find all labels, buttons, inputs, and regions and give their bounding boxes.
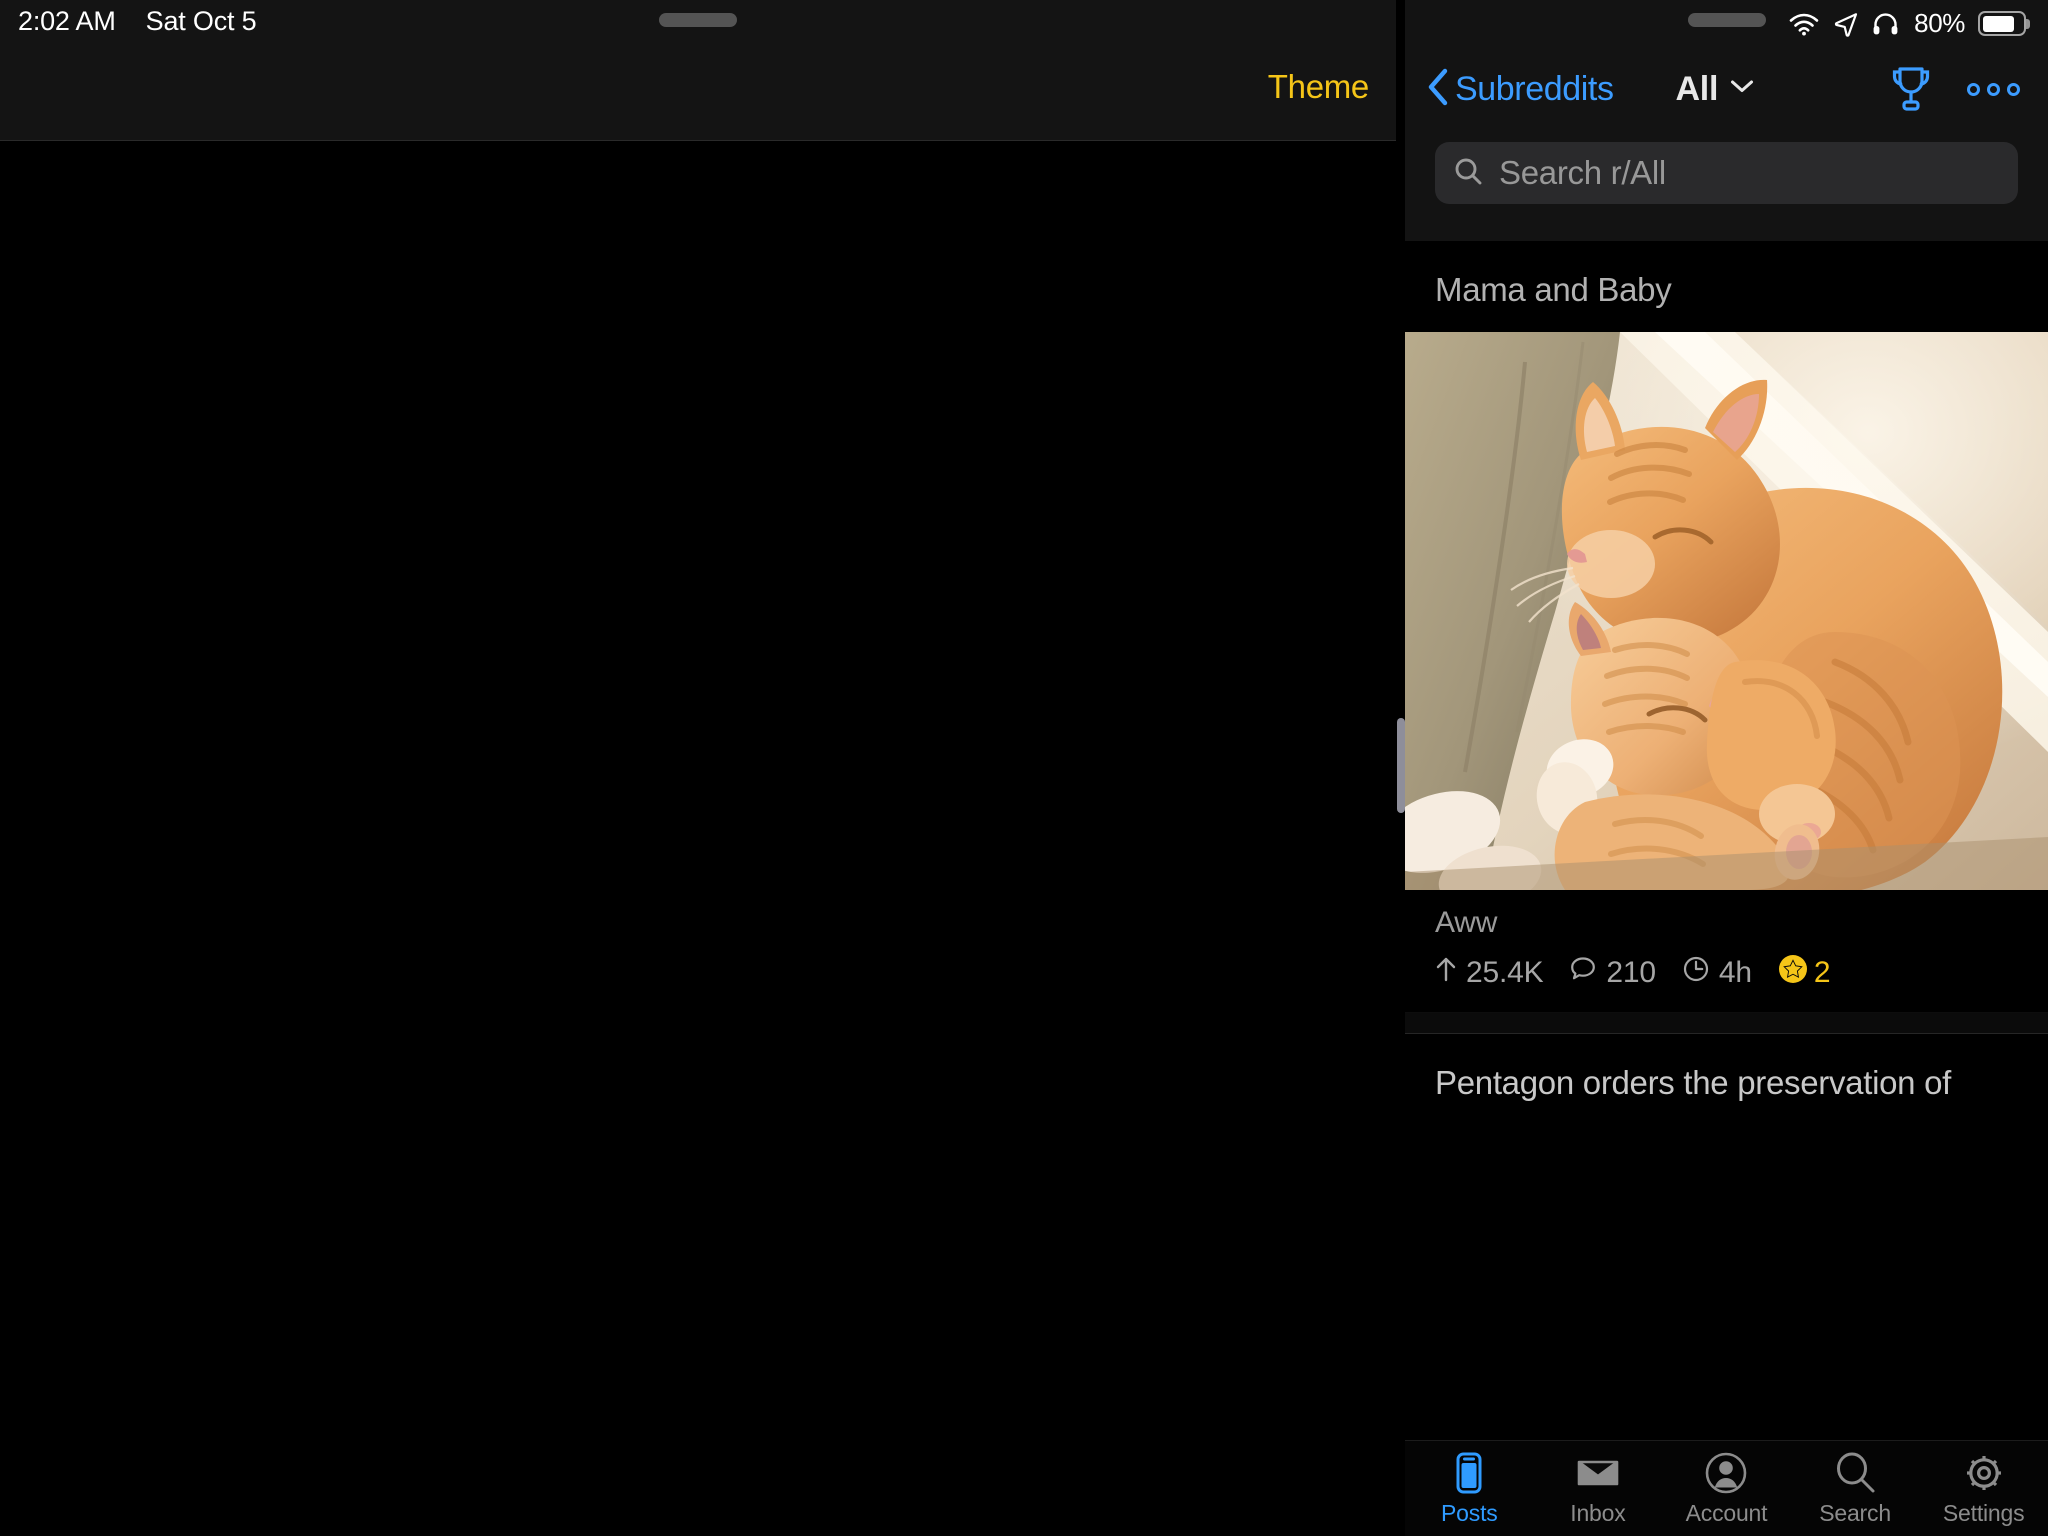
tab-settings[interactable]: Settings (1919, 1451, 2048, 1527)
search-icon (1833, 1451, 1877, 1495)
post-comments: 210 (1569, 955, 1656, 991)
post-item[interactable]: Mama and Baby Aww 25.4K 210 4h 2 (1405, 241, 2048, 1012)
tab-inbox-label: Inbox (1570, 1499, 1626, 1526)
right-pane-header: 80% Subreddits All Search r/All (1405, 0, 2048, 241)
tab-settings-label: Settings (1942, 1499, 2025, 1526)
tab-search-label: Search (1819, 1499, 1891, 1526)
post-title: Pentagon orders the preservation of (1435, 1064, 1952, 1102)
back-to-subreddits-button[interactable]: Subreddits (1427, 68, 1614, 111)
tab-posts-label: Posts (1441, 1499, 1498, 1526)
status-date: Sat Oct 5 (145, 6, 257, 36)
comment-bubble-icon (1569, 955, 1597, 991)
pane-divider (1396, 0, 1405, 1536)
battery-icon (1978, 11, 2030, 36)
post-age-value: 4h (1718, 956, 1752, 990)
search-input[interactable]: Search r/All (1435, 142, 2018, 204)
gear-icon (1962, 1451, 2006, 1495)
more-horizontal-icon[interactable] (1967, 82, 2020, 96)
clock-icon (1682, 955, 1710, 991)
status-bar-right: 80% (1788, 8, 2030, 39)
status-time: 2:02 AM (18, 6, 116, 36)
left-pane-drag-handle[interactable] (659, 13, 737, 27)
post-metadata: 25.4K 210 4h 2 (1405, 940, 2048, 1012)
tab-account-label: Account (1685, 1499, 1768, 1526)
post-subreddit[interactable]: Aww (1405, 890, 2048, 940)
left-pane-header: 2:02 AM Sat Oct 5 Theme (0, 0, 1396, 141)
trophy-icon[interactable] (1889, 65, 1933, 113)
chevron-down-icon (1730, 79, 1754, 99)
pane-resize-handle[interactable] (1397, 718, 1405, 813)
envelope-icon (1576, 1451, 1620, 1495)
post-item[interactable]: Pentagon orders the preservation of (1405, 1034, 2048, 1125)
left-pane-content (0, 142, 1396, 1536)
tab-bar: Posts Inbox Account Search Settings (1405, 1440, 2048, 1536)
wifi-icon (1788, 12, 1820, 36)
left-pane: 2:02 AM Sat Oct 5 Theme (0, 0, 1396, 1536)
app-root: 2:02 AM Sat Oct 5 Theme 80% Subreddits A… (0, 0, 2048, 1536)
post-thumbnail[interactable] (1405, 332, 2048, 891)
tab-inbox[interactable]: Inbox (1534, 1451, 1663, 1527)
post-upvotes: 25.4K (1435, 955, 1544, 991)
sort-selector[interactable]: All (1676, 70, 1755, 109)
tab-posts[interactable]: Posts (1405, 1451, 1534, 1527)
tab-search[interactable]: Search (1791, 1451, 1920, 1527)
search-container: Search r/All (1405, 142, 2048, 204)
post-separator (1405, 1012, 2048, 1035)
right-pane-drag-handle[interactable] (1687, 13, 1766, 27)
back-button-label: Subreddits (1455, 69, 1614, 108)
sort-selector-label: All (1675, 69, 1719, 108)
search-icon (1453, 156, 1483, 191)
award-star-icon (1778, 954, 1808, 992)
post-awards-value: 2 (1813, 956, 1831, 990)
navigation-bar: Subreddits All (1405, 50, 2048, 128)
post-upvotes-value: 25.4K (1466, 956, 1544, 990)
theme-button[interactable]: Theme (1268, 68, 1370, 106)
chevron-left-icon (1427, 68, 1449, 111)
location-arrow-icon (1833, 11, 1859, 37)
upvote-arrow-icon (1435, 955, 1457, 991)
post-awards: 2 (1778, 954, 1831, 992)
status-bar-left: 2:02 AM Sat Oct 5 (18, 6, 257, 37)
person-icon (1704, 1451, 1748, 1495)
post-feed[interactable]: Mama and Baby Aww 25.4K 210 4h 2 Pentago… (1405, 241, 2048, 1536)
post-age: 4h (1682, 955, 1752, 991)
headphones-icon (1872, 12, 1899, 36)
right-pane: 80% Subreddits All Search r/All Mama and… (1405, 0, 2048, 1536)
tab-account[interactable]: Account (1662, 1451, 1791, 1527)
battery-percent-label: 80% (1914, 8, 1965, 38)
phone-icon (1451, 1451, 1487, 1495)
search-placeholder: Search r/All (1499, 154, 1666, 191)
navigation-actions (1889, 65, 2020, 113)
post-title: Mama and Baby (1435, 271, 1672, 308)
post-comments-value: 210 (1606, 956, 1656, 990)
